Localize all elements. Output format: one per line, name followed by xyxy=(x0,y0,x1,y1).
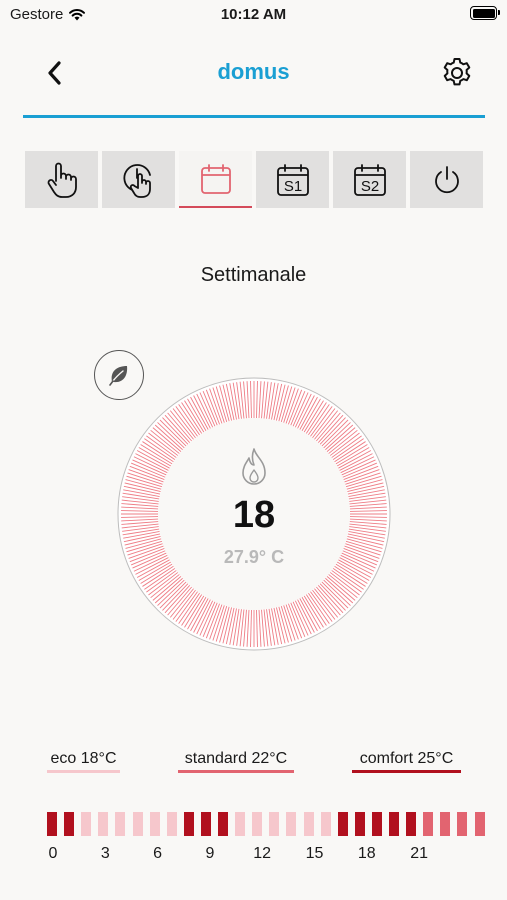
legend-comfort-label: comfort 25°C xyxy=(359,750,454,767)
legend-eco[interactable]: eco 18°C xyxy=(47,750,120,773)
schedule-slot-standard[interactable] xyxy=(423,812,433,836)
hour-label: 3 xyxy=(100,845,110,862)
schedule-slot-eco[interactable] xyxy=(150,812,160,836)
schedule-slot-comfort[interactable] xyxy=(201,812,211,836)
flame-icon xyxy=(242,448,266,485)
mode-weekly-button[interactable] xyxy=(179,151,252,208)
schedule-slot-comfort[interactable] xyxy=(64,812,74,836)
daily-schedule xyxy=(47,812,485,838)
status-time: 10:12 AM xyxy=(220,6,287,23)
schedule-slot-comfort[interactable] xyxy=(184,812,194,836)
hand-clock-icon xyxy=(122,163,151,198)
legend-standard-swatch xyxy=(178,770,294,773)
schedule-slot-standard[interactable] xyxy=(475,812,485,836)
current-temperature: 27.9° C xyxy=(223,547,285,567)
setpoint-temperature: 18 xyxy=(232,494,276,536)
mode-off-button[interactable] xyxy=(410,151,483,208)
schedule-slot-eco[interactable] xyxy=(269,812,279,836)
hour-label: 9 xyxy=(205,845,215,862)
legend-standard-label: standard 22°C xyxy=(184,750,288,767)
mode-manual-button[interactable] xyxy=(25,151,98,208)
schedule-slot-comfort[interactable] xyxy=(372,812,382,836)
mode-label: Settimanale xyxy=(200,264,307,286)
calendar-icon xyxy=(200,163,231,194)
schedule-slot-eco[interactable] xyxy=(98,812,108,836)
schedule-slot-standard[interactable] xyxy=(440,812,450,836)
schedule-slot-standard[interactable] xyxy=(457,812,467,836)
settings-button[interactable] xyxy=(437,53,477,93)
hour-label: 6 xyxy=(153,845,163,862)
schedule-slot-eco[interactable] xyxy=(81,812,91,836)
schedule-slot-eco[interactable] xyxy=(252,812,262,836)
schedule-slot-comfort[interactable] xyxy=(338,812,348,836)
gear-icon xyxy=(443,58,471,86)
legend-eco-label: eco 18°C xyxy=(50,750,117,767)
schedule-slot-eco[interactable] xyxy=(286,812,296,836)
status-bar: Gestore 10:12 AM xyxy=(0,0,507,30)
calendar-s1-icon: S1 xyxy=(276,163,309,196)
calendar-s2-icon: S2 xyxy=(353,163,386,196)
schedule-slot-comfort[interactable] xyxy=(47,812,57,836)
legend-comfort-swatch xyxy=(352,770,461,773)
hour-label: 15 xyxy=(305,845,324,862)
schedule-slot-comfort[interactable] xyxy=(355,812,365,836)
mode-timer-button[interactable] xyxy=(102,151,175,208)
mode-s2-button[interactable]: S2 xyxy=(333,151,406,208)
legend-eco-swatch xyxy=(47,770,120,773)
hour-label: 0 xyxy=(48,845,58,862)
header-divider xyxy=(23,115,485,118)
mode-s1-button[interactable]: S1 xyxy=(256,151,329,208)
legend-comfort[interactable]: comfort 25°C xyxy=(352,750,461,773)
schedule-slot-comfort[interactable] xyxy=(218,812,228,836)
mode-selector: S1 S2 xyxy=(25,151,483,209)
hand-pointer-icon xyxy=(47,162,77,198)
nav-bar: domus xyxy=(0,45,507,100)
schedule-slot-eco[interactable] xyxy=(167,812,177,836)
schedule-slot-eco[interactable] xyxy=(321,812,331,836)
schedule-slot-eco[interactable] xyxy=(133,812,143,836)
power-icon xyxy=(434,165,459,193)
schedule-slot-comfort[interactable] xyxy=(406,812,416,836)
s2-label: S2 xyxy=(360,178,378,195)
battery-icon xyxy=(470,6,500,20)
schedule-slot-comfort[interactable] xyxy=(389,812,399,836)
hour-label: 12 xyxy=(253,845,272,862)
s1-label: S1 xyxy=(283,178,301,195)
schedule-slot-eco[interactable] xyxy=(115,812,125,836)
schedule-slot-eco[interactable] xyxy=(304,812,314,836)
hour-label: 21 xyxy=(410,845,428,862)
schedule-slot-eco[interactable] xyxy=(235,812,245,836)
legend-standard[interactable]: standard 22°C xyxy=(178,750,294,773)
page-title: domus xyxy=(217,59,290,84)
hour-label: 18 xyxy=(357,845,376,862)
